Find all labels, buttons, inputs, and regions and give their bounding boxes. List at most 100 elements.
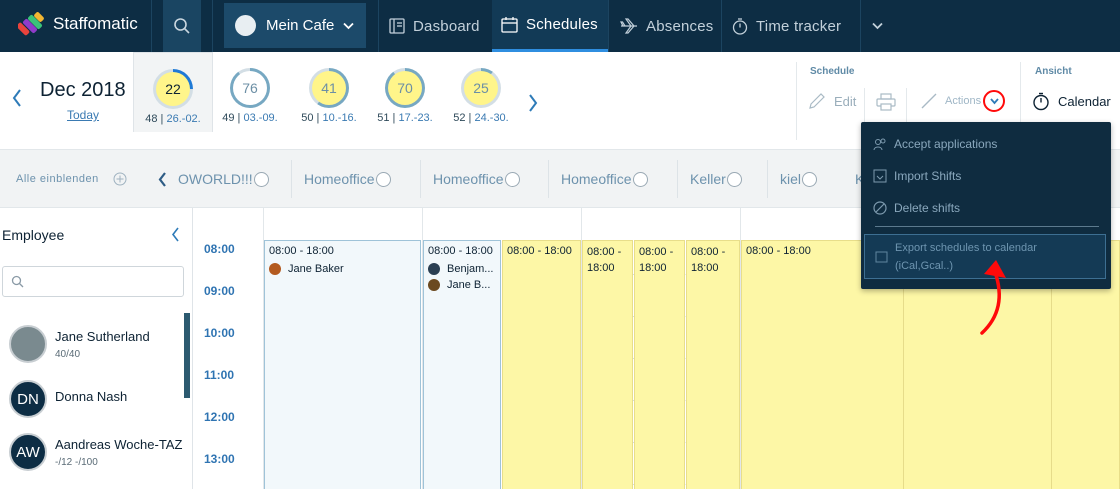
cafe-icon — [235, 15, 256, 36]
shift-time: 08:00 - 18:00 — [507, 245, 572, 257]
chevron-down-icon — [872, 22, 883, 30]
delete-shifts-item[interactable]: Delete shifts — [873, 196, 1103, 220]
actions-dropdown-toggle[interactable] — [983, 90, 1005, 112]
filter-divider — [291, 160, 292, 198]
week-number: 50 — [301, 112, 314, 124]
accept-applications-item[interactable]: Accept applications — [873, 132, 1103, 156]
week-count: 41 — [312, 71, 346, 105]
more-nav-button[interactable] — [872, 0, 892, 52]
week-number: 48 — [145, 113, 158, 125]
edit-button[interactable]: Edit — [808, 92, 856, 110]
scrollbar-thumb[interactable] — [184, 313, 190, 398]
shift-block[interactable]: 08:00 - 18:00 Jane Baker — [264, 240, 421, 489]
filter-chip[interactable]: Homeoffice — [304, 150, 391, 208]
import-shifts-item[interactable]: Import Shifts — [873, 164, 1103, 188]
week-item[interactable]: 70 51 | 17.-23. — [365, 52, 445, 132]
week-item[interactable]: 41 50 | 10.-16. — [289, 52, 369, 132]
nav-item-label: Absences — [646, 17, 714, 35]
nav-item-absences[interactable]: Absences — [620, 0, 720, 52]
employee-header: Employee — [2, 227, 65, 243]
toggle-circle-icon — [802, 171, 818, 187]
shift-block[interactable]: 08:00 - 18:00 Benjam... Jane B... — [423, 240, 501, 489]
calendar-view-button[interactable]: Calendar — [1032, 92, 1111, 111]
employee-name: Jane Sutherland — [55, 328, 150, 344]
avatar-initials: DN — [17, 390, 39, 408]
filter-chip[interactable]: Keller — [690, 150, 742, 208]
prev-week-button[interactable] — [12, 86, 22, 114]
nav-item-label: Time tracker — [756, 17, 842, 35]
week-label: 50 | 10.-16. — [301, 112, 357, 124]
week-count-ring: 22 — [153, 69, 193, 109]
avatar: DN — [9, 380, 47, 418]
week-number: 52 — [453, 112, 466, 124]
person-avatar — [269, 263, 281, 275]
filter-chip[interactable]: OWORLD!!! — [178, 150, 269, 208]
filter-chip[interactable]: Homeoffice — [561, 150, 648, 208]
filter-label: Homeoffice — [304, 171, 375, 187]
actions-label: Actions — [945, 95, 982, 107]
week-count-ring: 70 — [385, 68, 425, 108]
location-selector[interactable]: Mein Cafe — [224, 3, 366, 48]
chevron-left-icon — [12, 89, 21, 107]
nav-divider — [151, 0, 152, 52]
toggle-circle-icon — [504, 171, 520, 187]
time-label: 10:00 — [204, 326, 235, 340]
print-button[interactable] — [876, 93, 896, 111]
avatar-initials: AW — [16, 443, 40, 461]
week-label: 48 | 26.-02. — [145, 113, 201, 125]
export-label-line1: Export schedules to calendar — [895, 241, 1037, 254]
search-button[interactable] — [163, 0, 201, 52]
filter-scroll-left[interactable] — [158, 150, 167, 208]
shift-block[interactable]: 08:00 - 18:00 — [582, 240, 633, 489]
shift-block[interactable]: 08:00 - 18:00 — [686, 240, 740, 489]
week-item[interactable]: 76 49 | 03.-09. — [210, 52, 290, 132]
shift-time: 08:00 - 18:00 — [269, 245, 334, 257]
dashboard-icon — [389, 18, 405, 34]
toggle-circle-icon — [632, 171, 648, 187]
location-label: Mein Cafe — [266, 17, 335, 34]
stopwatch-icon — [732, 17, 748, 35]
menu-item-label: Import Shifts — [894, 169, 962, 183]
week-item[interactable]: 25 52 | 24.-30. — [441, 52, 521, 132]
employee-row[interactable]: DN Donna Nash — [0, 371, 184, 427]
chevron-left-icon — [171, 227, 179, 242]
show-all-button[interactable]: Alle einblenden — [16, 150, 127, 208]
week-count-ring: 25 — [461, 68, 501, 108]
week-count: 70 — [388, 71, 422, 105]
next-week-button[interactable] — [528, 91, 538, 119]
actions-button[interactable]: Actions — [920, 92, 981, 110]
app-name: Staffomatic — [53, 14, 138, 33]
ansicht-group-label: Ansicht — [1035, 66, 1072, 77]
collapse-panel-button[interactable] — [171, 227, 180, 247]
show-all-label: Alle einblenden — [16, 173, 99, 185]
schedules-icon — [501, 17, 518, 33]
nav-divider — [212, 0, 213, 52]
filter-label: Homeoffice — [561, 171, 632, 187]
time-label: 13:00 — [204, 452, 235, 466]
filter-label: Homeoffice — [433, 171, 504, 187]
shift-block[interactable]: 08:00 - 18:00 — [634, 240, 685, 489]
filter-chip[interactable]: kiel — [780, 150, 818, 208]
today-link[interactable]: Today — [67, 108, 99, 122]
employee-search-input[interactable] — [2, 266, 184, 297]
nav-divider — [860, 0, 861, 52]
shift-block[interactable]: 08:00 - 18:00 — [502, 240, 581, 489]
nav-item-time-tracker[interactable]: Time tracker — [732, 0, 852, 52]
employee-row[interactable]: Jane Sutherland 40/40 — [0, 316, 184, 372]
week-range: 03.-09. — [243, 112, 278, 124]
nav-item-dashboard[interactable]: Dasboard — [389, 0, 489, 52]
week-item[interactable]: 22 48 | 26.-02. — [133, 52, 213, 132]
week-range: 10.-16. — [322, 112, 357, 124]
filter-chip[interactable]: Homeoffice — [433, 150, 520, 208]
ban-icon — [873, 201, 887, 215]
chevron-down-icon — [989, 97, 999, 104]
week-count: 22 — [156, 72, 190, 106]
person-name: Benjam... — [447, 263, 494, 275]
shift-time: 08:00 - 18:00 — [428, 245, 493, 257]
chevron-down-icon — [343, 22, 355, 29]
employee-row[interactable]: AW Aandreas Woche-TAZ -/12 -/100 — [0, 424, 184, 480]
person-name: Jane B... — [447, 279, 491, 291]
filter-label: Keller — [690, 171, 726, 187]
nav-item-schedules[interactable]: Schedules — [492, 0, 608, 52]
current-month: Dec 2018 — [40, 79, 126, 101]
